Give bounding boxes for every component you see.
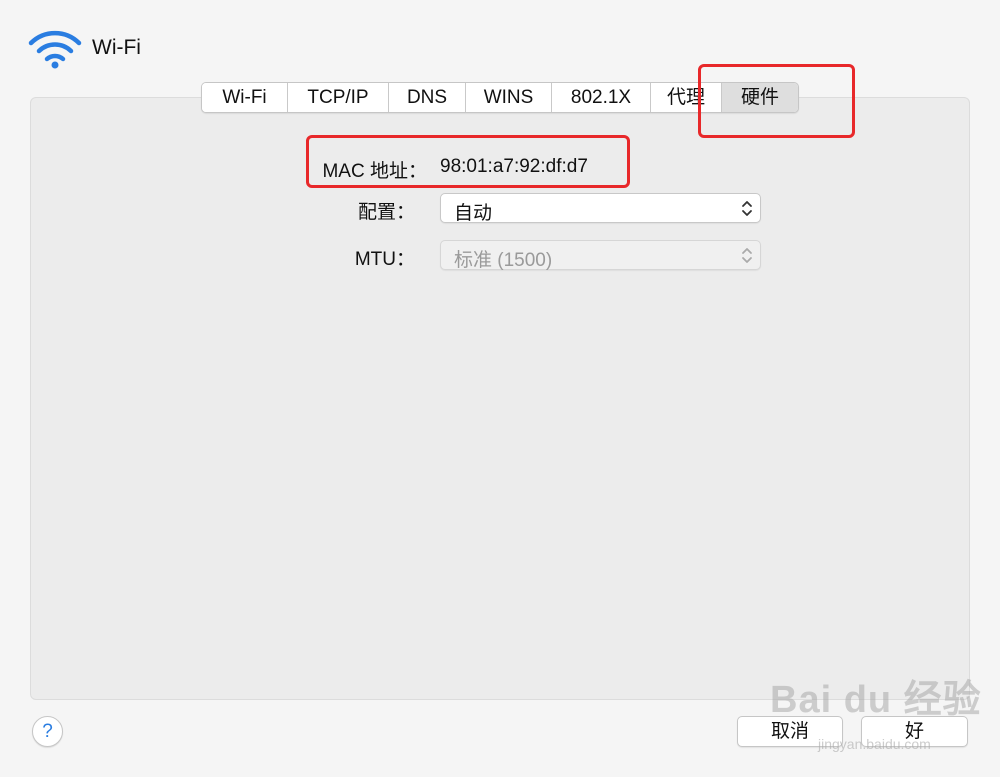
- wifi-icon: [28, 30, 82, 69]
- config-label: 配置：: [357, 202, 415, 223]
- network-preferences-window: Wi-Fi Wi-Fi TCP/IP DNS WINS 802.1X 代理 硬件…: [0, 0, 1000, 777]
- tab-8021x[interactable]: 802.1X: [552, 83, 651, 112]
- tab-dns[interactable]: DNS: [389, 83, 466, 112]
- mtu-select: 标准 (1500): [440, 240, 761, 271]
- tab-tcpip[interactable]: TCP/IP: [288, 83, 389, 112]
- window-title: Wi-Fi: [92, 36, 141, 59]
- ok-button[interactable]: 好: [861, 716, 968, 747]
- mtu-select-value: 标准 (1500): [454, 250, 553, 271]
- mac-address-highlight: [306, 135, 630, 188]
- tab-wins[interactable]: WINS: [466, 83, 552, 112]
- config-select-value: 自动: [454, 203, 493, 224]
- cancel-button[interactable]: 取消: [737, 716, 843, 747]
- up-down-chevron-icon: [742, 201, 752, 216]
- up-down-chevron-icon: [742, 248, 752, 263]
- tab-wifi[interactable]: Wi-Fi: [202, 83, 288, 112]
- config-select[interactable]: 自动: [440, 193, 761, 224]
- help-button[interactable]: ?: [32, 716, 63, 747]
- mtu-label: MTU：: [354, 249, 415, 270]
- hardware-tab-highlight: [698, 64, 855, 138]
